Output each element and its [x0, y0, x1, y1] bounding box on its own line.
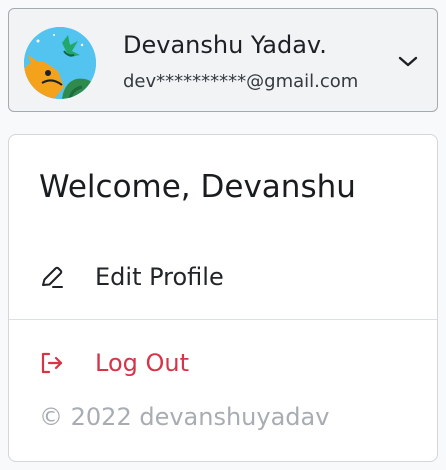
avatar	[24, 27, 96, 99]
account-switcher[interactable]: Devanshu Yadav. dev**********@gmail.com	[8, 8, 438, 112]
logout-icon	[41, 352, 63, 374]
log-out-item[interactable]: Log Out	[9, 333, 437, 393]
account-name: Devanshu Yadav.	[123, 31, 327, 59]
welcome-heading: Welcome, Devanshu	[39, 169, 356, 205]
chevron-down-icon[interactable]	[397, 52, 419, 70]
account-email: dev**********@gmail.com	[123, 71, 359, 92]
copyright-text: © 2022 devanshuyadav	[39, 403, 330, 431]
edit-profile-item[interactable]: Edit Profile	[9, 247, 437, 307]
menu-divider	[9, 319, 437, 320]
log-out-label: Log Out	[95, 349, 190, 377]
edit-profile-label: Edit Profile	[95, 263, 224, 291]
pencil-icon	[42, 266, 63, 288]
account-dropdown-menu: Welcome, Devanshu Edit Profile Log Out ©…	[8, 134, 438, 462]
